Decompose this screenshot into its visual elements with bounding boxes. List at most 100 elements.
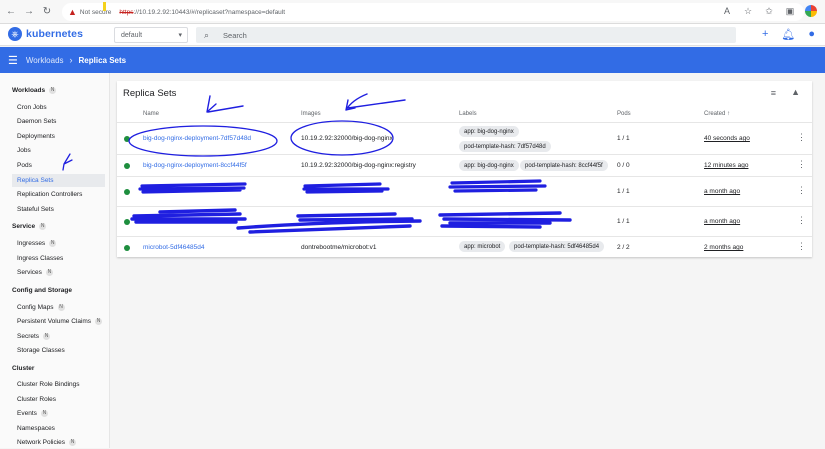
browser-actions: A ☆ ✩ ▣: [721, 5, 817, 17]
table-row[interactable]: 1 / 1 a month ago ⋮: [117, 176, 812, 206]
sidebar-item-jobs[interactable]: Jobs: [12, 144, 105, 157]
column-header-name[interactable]: Name: [143, 111, 159, 117]
item-label: Persistent Volume Claims: [17, 318, 92, 325]
account-icon[interactable]: ●: [808, 28, 815, 41]
sidebar-item-pods[interactable]: Pods: [12, 159, 105, 172]
url-scheme: https: [119, 8, 134, 16]
sidebar-item-ingress-classes[interactable]: Ingress Classes: [12, 252, 105, 265]
image-value: 10.19.2.92:32000/big-dog-nginx:registry: [301, 162, 416, 169]
add-icon[interactable]: +: [762, 28, 768, 41]
more-vert-icon[interactable]: ⋮: [797, 241, 806, 252]
reload-icon[interactable]: ↻: [40, 5, 54, 19]
replicaset-name-link[interactable]: microbot-5df46485d4: [143, 244, 204, 251]
sidebar-section-cluster[interactable]: Cluster: [12, 365, 34, 372]
image-value: dontrebootme/microbot:v1: [301, 244, 377, 251]
app-header: ⎈ kubernetes default ▾ ⌕ Search + 🔔︎ ●: [0, 24, 825, 46]
url-text: ://10.19.2.92:10443/#/replicaset?namespa…: [133, 8, 286, 16]
sidebar-item-cron-jobs[interactable]: Cron Jobs: [12, 101, 105, 114]
chevron-up-icon[interactable]: ▲: [791, 87, 800, 97]
sidebar-section-config[interactable]: Config and Storage: [12, 287, 72, 294]
more-vert-icon[interactable]: ⋮: [797, 159, 806, 170]
sidebar-item-events[interactable]: Events N: [12, 407, 105, 420]
chevron-right-icon: ›: [69, 55, 73, 65]
pods-count: 2 / 2: [617, 244, 630, 251]
more-vert-icon[interactable]: ⋮: [797, 215, 806, 226]
namespace-select[interactable]: default ▾: [114, 27, 188, 43]
created-time[interactable]: a month ago: [704, 188, 740, 195]
table-row[interactable]: 1 / 1 a month ago ⋮: [117, 206, 812, 236]
section-label: Service: [12, 223, 36, 230]
status-ok-icon: [124, 136, 130, 142]
sidebar-section-service[interactable]: Service N: [12, 223, 47, 230]
column-header-labels: Labels: [459, 111, 477, 117]
created-label: Created: [704, 111, 726, 117]
search-input[interactable]: ⌕ Search: [196, 27, 736, 43]
sidebar-item-config-maps[interactable]: Config Maps N: [12, 301, 105, 314]
sidebar-item-secrets[interactable]: Secrets N: [12, 330, 105, 343]
favorite-icon[interactable]: ☆: [742, 5, 754, 17]
sidebar-item-storage-classes[interactable]: Storage Classes: [12, 344, 105, 357]
table-row[interactable]: big-dog-nginx-deployment-7df57d48d 10.19…: [117, 122, 812, 154]
profile-icon[interactable]: [805, 5, 817, 17]
helm-wheel-icon: ⎈: [8, 27, 22, 41]
label-chip: pod-template-hash: 8ccf44f5f: [520, 160, 608, 171]
sidebar-item-pvc[interactable]: Persistent Volume Claims N: [12, 315, 105, 328]
search-icon: ⌕: [204, 29, 210, 40]
created-time[interactable]: 12 minutes ago: [704, 162, 748, 169]
namespaced-badge: N: [49, 87, 57, 94]
namespaced-badge: N: [39, 223, 47, 230]
status-ok-icon: [124, 163, 130, 169]
sidebar-item-deployments[interactable]: Deployments: [12, 130, 105, 143]
sidebar-item-stateful-sets[interactable]: Stateful Sets: [12, 203, 105, 216]
sort-arrow-up-icon: ↑: [727, 111, 731, 117]
replicaset-name-link[interactable]: big-dog-nginx-deployment-8ccf44f5f: [143, 162, 247, 169]
more-vert-icon[interactable]: ⋮: [797, 185, 806, 196]
page-title: Replica Sets: [78, 55, 127, 65]
created-time[interactable]: 40 seconds ago: [704, 135, 750, 142]
label-chip: app: big-dog-nginx: [459, 160, 519, 171]
item-label: Network Policies: [17, 439, 66, 446]
address-bar[interactable]: ▲ Not secure https ://10.19.2.92:10443/#…: [62, 3, 804, 21]
status-ok-icon: [124, 189, 130, 195]
label-chip: app: big-dog-nginx: [459, 126, 519, 137]
not-secure-label: Not secure: [79, 8, 112, 16]
table-row[interactable]: microbot-5df46485d4 dontrebootme/microbo…: [117, 236, 812, 257]
namespaced-badge: N: [43, 333, 51, 340]
sidebar-item-ingresses[interactable]: Ingresses N: [12, 237, 105, 250]
app-logo[interactable]: ⎈ kubernetes: [8, 27, 83, 41]
created-time[interactable]: a month ago: [704, 218, 740, 225]
status-ok-icon: [124, 245, 130, 251]
menu-icon[interactable]: ☰: [8, 54, 18, 67]
sidebar-item-namespaces[interactable]: Namespaces: [12, 422, 105, 435]
breadcrumb-workloads[interactable]: Workloads: [26, 56, 64, 65]
search-placeholder: Search: [223, 30, 247, 40]
filter-icon[interactable]: ≡: [771, 88, 776, 98]
warning-icon: ▲: [68, 7, 77, 17]
namespaced-badge: N: [45, 269, 53, 276]
collections-icon[interactable]: ▣: [784, 5, 796, 17]
created-time[interactable]: 2 months ago: [704, 244, 743, 251]
notifications-icon[interactable]: 🔔︎: [781, 28, 795, 41]
label-chip: app: microbot: [459, 241, 506, 252]
item-label: Config Maps: [17, 304, 54, 311]
sidebar-item-replication-controllers[interactable]: Replication Controllers: [12, 188, 105, 201]
more-vert-icon[interactable]: ⋮: [797, 132, 806, 143]
replicaset-name-link[interactable]: big-dog-nginx-deployment-7df57d48d: [143, 135, 251, 142]
sidebar-item-cluster-role-bindings[interactable]: Cluster Role Bindings: [12, 378, 105, 391]
sidebar-item-replica-sets[interactable]: Replica Sets: [12, 174, 105, 187]
namespaced-badge: N: [69, 439, 77, 446]
sidebar-item-network-policies[interactable]: Network Policies N: [12, 436, 105, 449]
favorites-bar-icon[interactable]: ✩: [763, 5, 775, 17]
sidebar-section-workloads[interactable]: Workloads N: [12, 87, 57, 94]
column-header-created[interactable]: Created ↑: [704, 111, 730, 117]
namespaced-badge: N: [40, 410, 48, 417]
sidebar-item-daemon-sets[interactable]: Daemon Sets: [12, 115, 105, 128]
mouse-cursor-highlight: [103, 2, 106, 11]
sidebar-item-cluster-roles[interactable]: Cluster Roles: [12, 393, 105, 406]
forward-icon[interactable]: →: [22, 5, 36, 19]
sidebar-item-services[interactable]: Services N: [12, 266, 105, 279]
namespaced-badge: N: [49, 240, 57, 247]
read-aloud-icon[interactable]: A: [721, 5, 733, 17]
back-icon[interactable]: ←: [4, 5, 18, 19]
table-row[interactable]: big-dog-nginx-deployment-8ccf44f5f 10.19…: [117, 154, 812, 176]
